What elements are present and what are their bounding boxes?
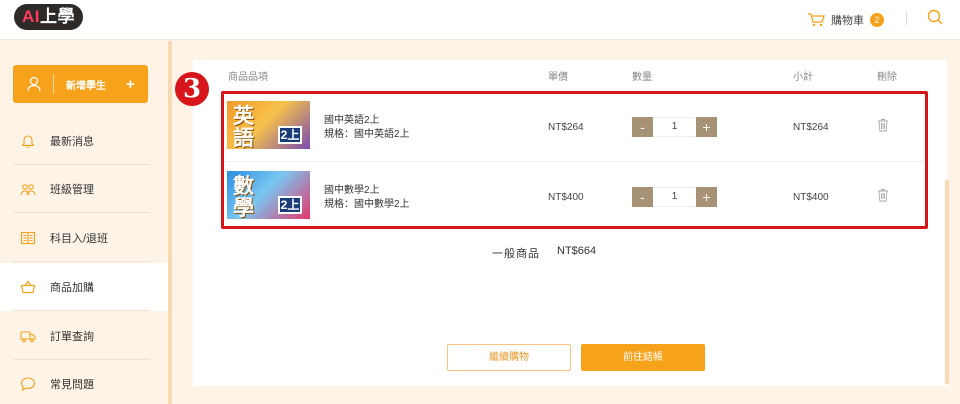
continue-shopping-button[interactable]: 繼續購物	[447, 344, 571, 371]
qty-input[interactable]: 1	[653, 187, 696, 207]
top-header: AI上學 購物車 2	[0, 0, 960, 40]
thumbnail-grade-tag: 2上	[278, 196, 302, 214]
ai-logo[interactable]: AI上學	[14, 4, 83, 30]
cart-button[interactable]: 購物車 2	[807, 10, 884, 30]
product-thumbnail-math[interactable]: 數學 2上	[227, 171, 310, 219]
trash-icon[interactable]	[877, 118, 889, 132]
product-spec: 規格：國中英語2上	[324, 129, 410, 140]
step-number-badge: 3	[175, 72, 209, 106]
cart-icon	[808, 13, 825, 27]
column-header-delete: 刪除	[877, 72, 897, 83]
sidebar-item-label: 訂單查詢	[50, 331, 94, 343]
sidebar-item-class-management[interactable]: 班級管理	[0, 165, 168, 213]
column-header-quantity: 數量	[632, 72, 652, 83]
thumbnail-title: 英語	[233, 103, 254, 149]
summary-total: NT$664	[557, 245, 597, 257]
users-icon	[20, 184, 36, 196]
logo-text: 上學	[40, 7, 75, 26]
line-subtotal: NT$400	[793, 192, 829, 203]
truck-icon	[20, 331, 36, 343]
cart-count-badge: 2	[870, 13, 884, 27]
summary-label: 一般商品	[492, 248, 540, 260]
sidebar-item-label: 常見問題	[50, 379, 94, 391]
bell-icon	[21, 135, 35, 148]
product-name: 國中數學2上 規格：國中數學2上	[324, 184, 410, 212]
column-header-unit-price: 單價	[548, 72, 568, 83]
unit-price: NT$400	[548, 192, 584, 203]
sidebar-item-label: 最新消息	[50, 136, 94, 148]
qty-minus-button[interactable]: -	[632, 187, 653, 207]
thumbnail-title: 數學	[233, 173, 254, 219]
sidebar-item-news[interactable]: 最新消息	[0, 117, 168, 165]
qty-minus-button[interactable]: -	[632, 117, 653, 137]
cart-label: 購物車	[831, 15, 864, 27]
product-thumbnail-english[interactable]: 英語 2上	[227, 101, 310, 149]
book-icon	[20, 231, 36, 245]
user-icon	[27, 76, 41, 92]
basket-icon	[20, 280, 36, 294]
sidebar-item-label: 班級管理	[50, 184, 94, 196]
sidebar-item-subjects[interactable]: 科目入/退班	[0, 214, 168, 262]
add-student-label: 新增學生	[66, 80, 106, 92]
main-scrollbar[interactable]	[945, 180, 949, 384]
product-title: 國中數學2上	[324, 185, 380, 196]
logo-ai-text: AI	[22, 7, 40, 26]
header-divider	[906, 11, 907, 25]
product-spec: 規格：國中數學2上	[324, 199, 410, 210]
sidebar-item-faq[interactable]: 常見問題	[0, 360, 168, 404]
plus-icon: +	[126, 75, 135, 93]
product-title: 國中英語2上	[324, 115, 380, 126]
qty-input[interactable]: 1	[653, 117, 696, 137]
sidebar-item-label: 科目入/退班	[50, 233, 109, 245]
checkout-button[interactable]: 前往結帳	[581, 344, 705, 371]
line-subtotal: NT$264	[793, 122, 829, 133]
button-separator	[53, 74, 54, 94]
add-student-button[interactable]: 新增學生 +	[13, 65, 148, 103]
sidebar-item-label: 商品加購	[50, 282, 94, 294]
sidebar-scrollbar[interactable]	[168, 41, 172, 404]
column-header-item: 商品品項	[228, 72, 268, 83]
sidebar-item-purchase[interactable]: 商品加購	[0, 263, 168, 311]
unit-price: NT$264	[548, 122, 584, 133]
row-divider	[224, 161, 925, 162]
qty-plus-button[interactable]: +	[696, 117, 717, 137]
column-header-subtotal: 小計	[793, 72, 813, 83]
thumbnail-grade-tag: 2上	[278, 126, 302, 144]
chat-bubble-icon	[20, 377, 36, 392]
qty-plus-button[interactable]: +	[696, 187, 717, 207]
product-name: 國中英語2上 規格：國中英語2上	[324, 114, 410, 142]
quantity-stepper: - 1 +	[632, 117, 717, 137]
quantity-stepper: - 1 +	[632, 187, 717, 207]
search-icon[interactable]	[927, 9, 943, 25]
sidebar-item-orders[interactable]: 訂單查詢	[0, 312, 168, 360]
trash-icon[interactable]	[877, 188, 889, 202]
